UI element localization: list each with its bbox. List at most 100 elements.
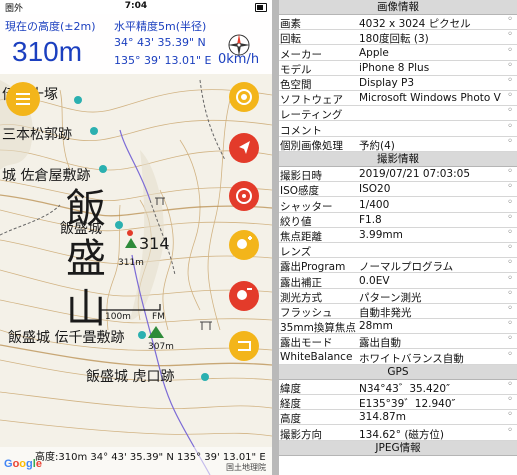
exif-value: N34°43゛35.420″: [359, 383, 450, 395]
map-label: 三本松郭跡: [2, 127, 72, 143]
exif-value: ISO20: [359, 183, 391, 196]
altitude-label: 現在の高度(±2m): [5, 20, 96, 33]
exif-value: 28mm: [359, 320, 393, 333]
exif-key: WhiteBalance: [280, 350, 353, 363]
exif-row: 撮影方向 134.62° (磁方位) ◦: [279, 424, 517, 441]
exif-key: レンズ: [280, 246, 312, 259]
exif-row: メーカー Apple ◦: [279, 44, 517, 61]
elevation-label: 307m: [148, 342, 174, 352]
exif-value: 1/400: [359, 198, 390, 211]
layers-button[interactable]: [229, 82, 259, 112]
row-marker: ◦: [507, 318, 513, 330]
map-label: 飯盛城 伝千畳敷跡: [8, 330, 125, 346]
row-marker: ◦: [507, 105, 513, 117]
exif-key: 測光方式: [280, 291, 322, 304]
add-location-button[interactable]: [229, 230, 259, 260]
altitude-value: 310m: [12, 36, 83, 67]
exif-value: Display P3: [359, 77, 415, 89]
exif-value: パターン測光: [359, 291, 422, 304]
exif-key: コメント: [280, 124, 322, 137]
row-marker: ◦: [507, 333, 513, 345]
exif-row: 焦点距離 3.99mm ◦: [279, 227, 517, 243]
map-attribution: 国土地理院: [226, 463, 266, 472]
exif-key: 高度: [280, 413, 301, 426]
exif-row: 色空間 Display P3 ◦: [279, 75, 517, 91]
row-marker: ◦: [507, 379, 513, 390]
exif-value: 3.99mm: [359, 229, 403, 241]
exif-value: iPhone 8 Plus: [359, 61, 430, 74]
exif-row: フラッシュ 自動非発光 ◦: [279, 303, 517, 319]
exif-key: 回転: [280, 33, 301, 46]
exif-key: 個別画像処理: [280, 139, 343, 152]
row-marker: ◦: [507, 120, 513, 132]
exif-row: 測光方式 パターン測光 ◦: [279, 288, 517, 304]
exif-row: レーティング ◦: [279, 105, 517, 122]
target-button[interactable]: [229, 181, 259, 211]
section-header-image: 画像情報: [279, 0, 517, 15]
track-icon: [238, 341, 251, 351]
row-marker: ◦: [507, 227, 513, 238]
exif-value: 314.87m: [359, 411, 406, 424]
row-marker: ◦: [507, 409, 513, 421]
exif-key: 露出Program: [280, 261, 346, 274]
longitude-value: 135° 39' 13.01" E: [114, 54, 212, 67]
exif-row: 画素 4032 x 3024 ピクセル ◦: [279, 14, 517, 31]
exif-value: Microsoft Windows Photo V: [359, 92, 501, 105]
compass-icon[interactable]: [226, 32, 252, 58]
latitude-value: 34° 43' 35.39" N: [114, 36, 206, 49]
exif-row: モデル iPhone 8 Plus ◦: [279, 60, 517, 76]
google-logo: Google: [4, 458, 42, 470]
status-bar: 圏外 7:04: [0, 0, 272, 14]
row-marker: ◦: [507, 424, 513, 436]
target-icon: [236, 188, 252, 204]
bottom-coordinates: 高度:310m 34° 43' 35.39" N 135° 39' 13.01"…: [35, 452, 266, 463]
exif-key: モデル: [280, 63, 312, 76]
exif-value: 4032 x 3024 ピクセル: [359, 18, 471, 31]
exif-row: 露出Program ノーマルプログラム ◦: [279, 257, 517, 274]
exif-row: コメント ◦: [279, 120, 517, 137]
row-marker: ◦: [507, 394, 513, 406]
exif-row: ソフトウェア Microsoft Windows Photo V ◦: [279, 90, 517, 107]
exif-info-panel: 画像情報 画素 4032 x 3024 ピクセル ◦ 回転 180度回転 (3) ◦ メーカー…: [279, 0, 517, 475]
remove-location-button[interactable]: [229, 281, 259, 311]
menu-button[interactable]: [6, 82, 40, 116]
row-marker: ◦: [507, 272, 513, 284]
section-header-shooting: 撮影情報: [279, 152, 517, 167]
exif-row: 緯度 N34°43゛35.420″ ◦: [279, 379, 517, 395]
exif-key: フラッシュ: [280, 307, 333, 319]
exif-value: ホワイトバランス自動: [359, 352, 464, 365]
exif-row: シャッター 1/400 ◦: [279, 197, 517, 213]
row-marker: ◦: [507, 29, 513, 41]
battery-icon: [255, 3, 267, 12]
status-time: 7:04: [124, 1, 148, 11]
map-app: 圏外 7:04 現在の高度(±2m) 310m 水平精度5m(半径) 34° 4…: [0, 0, 272, 475]
row-marker: ◦: [507, 257, 513, 269]
exif-key: 露出モード: [280, 337, 333, 350]
exif-key: 画素: [280, 18, 301, 31]
elevation-label: 311m: [118, 258, 144, 268]
row-marker: ◦: [507, 44, 513, 56]
navigate-icon: [239, 141, 250, 154]
mountain-label: 山: [66, 286, 106, 332]
exif-value: 180度回転 (3): [359, 33, 429, 46]
exif-value: E135°39゛12.940″: [359, 398, 456, 411]
map-label: FM: [152, 312, 165, 322]
exif-key: メーカー: [280, 48, 322, 61]
track-button[interactable]: [229, 331, 259, 361]
row-marker: ◦: [507, 14, 513, 26]
navigate-button[interactable]: [229, 133, 259, 163]
elevation-label: 314: [139, 234, 170, 253]
exif-key: 経度: [280, 398, 301, 411]
exif-key: ISO感度: [280, 185, 320, 198]
exif-value: 0.0EV: [359, 274, 390, 287]
exif-key: シャッター: [280, 200, 333, 213]
row-marker: ◦: [507, 135, 513, 147]
exif-row: 露出補正 0.0EV ◦: [279, 272, 517, 289]
gps-info-panel: 現在の高度(±2m) 310m 水平精度5m(半径) 34° 43' 35.39…: [0, 14, 272, 74]
row-marker: ◦: [507, 242, 513, 254]
exif-row: WhiteBalance ホワイトバランス自動 ◦: [279, 349, 517, 365]
remove-location-icon: [237, 288, 252, 300]
exif-key: 緯度: [280, 383, 301, 395]
exif-key: 撮影日時: [280, 170, 322, 183]
exif-row: 35mm換算焦点 28mm ◦: [279, 318, 517, 335]
